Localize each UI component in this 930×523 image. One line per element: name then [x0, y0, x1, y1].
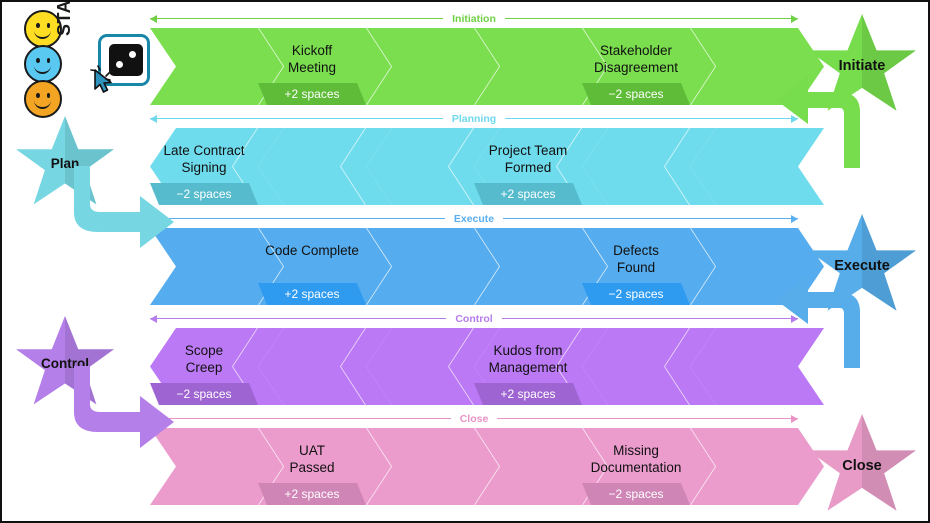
event-label: Code Complete	[258, 242, 366, 259]
phase-row-initiation: Initiation KickoffMeeting +2 spaces Stakeho…	[2, 8, 930, 108]
event-label: Kudos fromManagement	[474, 342, 582, 376]
band-label-execute: Execute	[445, 213, 503, 226]
spaces-badge: −2 spaces	[582, 83, 690, 105]
phase-star-close[interactable]: Close	[808, 414, 916, 518]
phase-row-close: Close UATPassed +2 spaces MissingDocumentat…	[2, 408, 930, 508]
phase-star-label: Execute	[834, 258, 890, 274]
phase-row-control: Control ScopeCreep −2 spaces Kudos fromMana…	[2, 308, 930, 408]
phase-star-label: Control	[41, 356, 89, 371]
event-label: KickoffMeeting	[258, 42, 366, 76]
event-cell[interactable]: ScopeCreep −2 spaces	[150, 328, 258, 405]
event-cell[interactable]: UATPassed +2 spaces	[258, 428, 366, 505]
event-cell[interactable]: StakeholderDisagreement −2 spaces	[582, 28, 690, 105]
event-cell[interactable]: MissingDocumentation −2 spaces	[582, 428, 690, 505]
chevron-segment[interactable]	[690, 128, 824, 205]
event-label: Project TeamFormed	[474, 142, 582, 176]
band-label-control: Control	[446, 313, 501, 326]
band-span-arrow-initiation: Initiation	[150, 12, 798, 26]
event-cell[interactable]: KickoffMeeting +2 spaces	[258, 28, 366, 105]
event-label-line1: Stakeholder	[582, 42, 690, 59]
event-label-line1: UAT	[258, 442, 366, 459]
event-label: StakeholderDisagreement	[582, 42, 690, 76]
phase-row-planning: Planning Late ContractSigning −2 spaces Pro…	[2, 108, 930, 208]
band-label-planning: Planning	[443, 113, 505, 126]
phase-star-planning[interactable]: Plan	[16, 116, 114, 211]
spaces-badge: −2 spaces	[582, 283, 690, 305]
spaces-badge: +2 spaces	[474, 183, 582, 205]
spaces-badge: +2 spaces	[258, 83, 366, 105]
spaces-badge: +2 spaces	[474, 383, 582, 405]
event-label-line1: Code Complete	[258, 242, 366, 259]
spaces-badge: −2 spaces	[582, 483, 690, 505]
event-label-line1: Scope	[150, 342, 258, 359]
event-cell[interactable]: Code Complete +2 spaces	[258, 228, 366, 305]
chevron-track-execute: Code Complete +2 spaces DefectsFound −2 spa…	[150, 228, 798, 305]
event-label-line2: Signing	[150, 159, 258, 176]
event-label-line2: Documentation	[582, 459, 690, 476]
chevron-track-initiation: KickoffMeeting +2 spaces StakeholderDisagr…	[150, 28, 798, 105]
event-label-line1: Project Team	[474, 142, 582, 159]
band-span-arrow-control: Control	[150, 312, 798, 326]
phase-star-label: Close	[842, 458, 882, 474]
event-label-line1: Kickoff	[258, 42, 366, 59]
event-label-line1: Late Contract	[150, 142, 258, 159]
event-label-line2: Disagreement	[582, 59, 690, 76]
band-span-arrow-close: Close	[150, 412, 798, 426]
event-label-line2: Creep	[150, 359, 258, 376]
chevron-track-close: UATPassed +2 spaces MissingDocumentation −2…	[150, 428, 798, 505]
event-label: Late ContractSigning	[150, 142, 258, 176]
chevron-track-planning: Late ContractSigning −2 spaces Project Tea…	[150, 128, 798, 205]
phase-star-control[interactable]: Control	[16, 316, 114, 411]
band-label-close: Close	[451, 413, 498, 426]
phase-star-execute[interactable]: Execute	[808, 214, 916, 318]
chevron-segment[interactable]	[690, 328, 824, 405]
spaces-badge: +2 spaces	[258, 483, 366, 505]
event-label-line2: Formed	[474, 159, 582, 176]
event-cell[interactable]: Late ContractSigning −2 spaces	[150, 128, 258, 205]
event-cell[interactable]: Project TeamFormed +2 spaces	[474, 128, 582, 205]
event-label: MissingDocumentation	[582, 442, 690, 476]
phase-star-label: Initiate	[839, 58, 886, 74]
event-label: UATPassed	[258, 442, 366, 476]
spaces-badge: +2 spaces	[258, 283, 366, 305]
event-label-line2: Management	[474, 359, 582, 376]
phase-row-execute: Execute Code Complete +2 spaces DefectsFoun…	[2, 208, 930, 308]
event-label-line1: Defects	[582, 242, 690, 259]
spaces-badge: −2 spaces	[150, 183, 258, 205]
event-label-line1: Missing	[582, 442, 690, 459]
event-label: ScopeCreep	[150, 342, 258, 376]
event-cell[interactable]: DefectsFound −2 spaces	[582, 228, 690, 305]
phase-star-label: Plan	[51, 156, 80, 171]
event-cell[interactable]: Kudos fromManagement +2 spaces	[474, 328, 582, 405]
spaces-badge: −2 spaces	[150, 383, 258, 405]
event-label-line2: Found	[582, 259, 690, 276]
band-span-arrow-execute: Execute	[150, 212, 798, 226]
chevron-track-control: ScopeCreep −2 spaces Kudos fromManagement +…	[150, 328, 798, 405]
event-label-line2: Passed	[258, 459, 366, 476]
event-label-line1: Kudos from	[474, 342, 582, 359]
phases-board: START InitiationKickoffMeeting+2 spacesS…	[0, 0, 930, 523]
band-label-initiation: Initiation	[443, 13, 505, 26]
band-span-arrow-planning: Planning	[150, 112, 798, 126]
phase-star-initiation[interactable]: Initiate	[808, 14, 916, 118]
event-label-line2: Meeting	[258, 59, 366, 76]
event-label: DefectsFound	[582, 242, 690, 276]
